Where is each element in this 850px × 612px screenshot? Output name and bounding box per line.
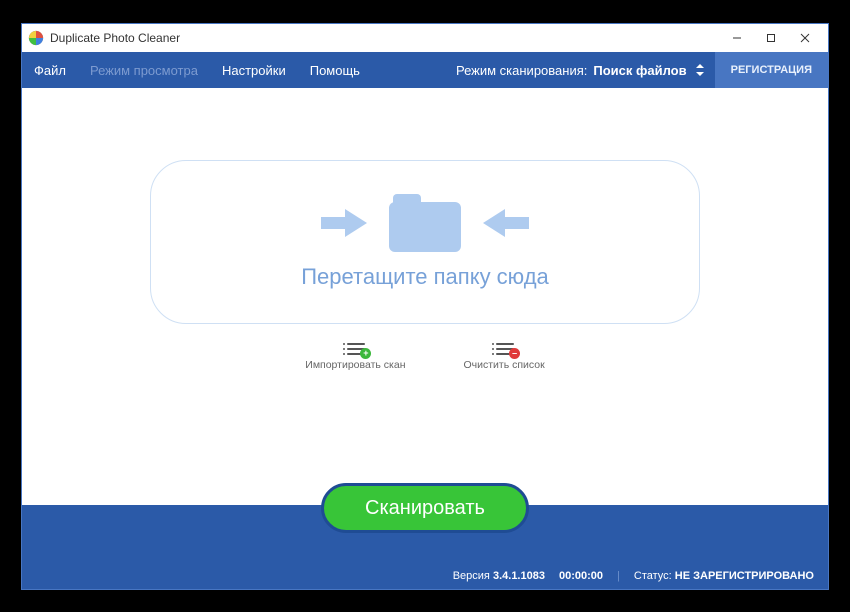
close-button[interactable] [788,25,822,51]
statusbar: Версия 3.4.1.1083 00:00:00 | Статус: НЕ … [22,563,828,589]
menu-view-mode[interactable]: Режим просмотра [78,52,210,88]
status-text: Статус: НЕ ЗАРЕГИСТРИРОВАНО [634,570,814,582]
menubar: Файл Режим просмотра Настройки Помощь Ре… [22,52,828,88]
list-plus-icon: + [343,342,367,356]
clear-list-label: Очистить список [464,359,545,371]
register-button[interactable]: РЕГИСТРАЦИЯ [715,52,828,88]
scan-button[interactable]: Сканировать [321,483,529,533]
action-row: + Импортировать скан – Очистить список [305,342,544,371]
window-controls [720,25,822,51]
app-window: Duplicate Photo Cleaner Файл Режим просм… [21,23,829,590]
menu-file[interactable]: Файл [22,52,78,88]
menu-settings[interactable]: Настройки [210,52,298,88]
scan-mode-label: Режим сканирования: [456,63,593,78]
import-scan-label: Импортировать скан [305,359,405,371]
drop-zone-text: Перетащите папку сюда [301,264,549,290]
menu-help[interactable]: Помощь [298,52,372,88]
drop-zone[interactable]: Перетащите папку сюда [150,160,700,324]
separator: | [617,570,620,582]
app-icon [28,30,44,46]
titlebar: Duplicate Photo Cleaner [22,24,828,52]
arrow-left-icon [483,209,529,237]
maximize-button[interactable] [754,25,788,51]
clear-list-button[interactable]: – Очистить список [464,342,545,371]
main-area: Перетащите папку сюда + Импортировать ск… [22,88,828,563]
scan-mode-value[interactable]: Поиск файлов [593,63,690,78]
dropdown-sort-icon[interactable] [691,64,709,76]
time-text: 00:00:00 [559,570,603,582]
drop-graphic [321,194,529,252]
import-scan-button[interactable]: + Импортировать скан [305,342,405,371]
list-minus-icon: – [492,342,516,356]
version-text: Версия 3.4.1.1083 [453,570,545,582]
folder-icon [389,194,461,252]
titlebar-title: Duplicate Photo Cleaner [50,31,720,45]
arrow-right-icon [321,209,367,237]
minimize-button[interactable] [720,25,754,51]
